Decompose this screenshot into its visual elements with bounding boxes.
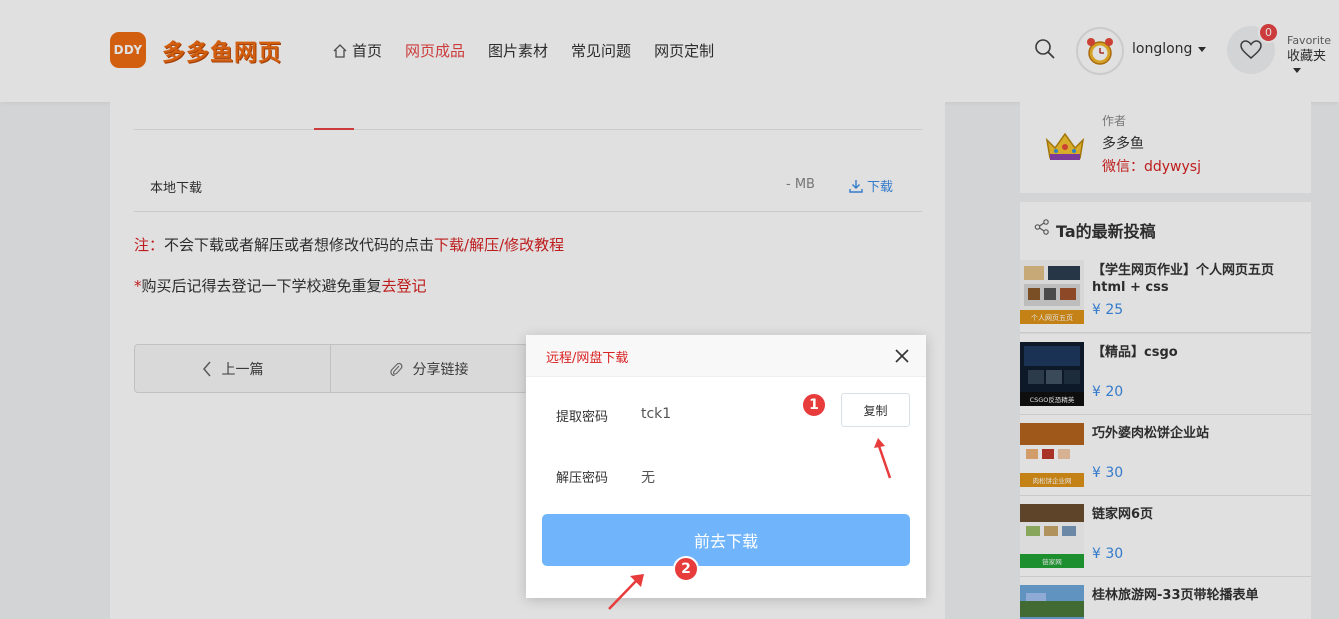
unzip-password-label: 解压密码	[556, 471, 609, 486]
step-2-marker: 2	[673, 556, 699, 582]
copy-button[interactable]: 复制	[841, 393, 910, 427]
step-1-marker: 1	[801, 392, 827, 418]
modal-header: 远程/网盘下载	[526, 335, 926, 377]
close-icon[interactable]	[894, 348, 910, 364]
unzip-password-value: 无	[641, 470, 655, 486]
go-download-button[interactable]: 前去下载	[542, 514, 910, 566]
download-modal: 远程/网盘下载 提取密码 tck1 复制 解压密码 无 前去下载	[526, 335, 926, 598]
arrow-up-right-icon	[608, 574, 644, 610]
arrow-up-icon	[874, 438, 892, 479]
extract-password-label: 提取密码	[556, 410, 609, 425]
extract-password-value: tck1	[641, 406, 672, 422]
modal-title: 远程/网盘下载	[546, 351, 629, 366]
